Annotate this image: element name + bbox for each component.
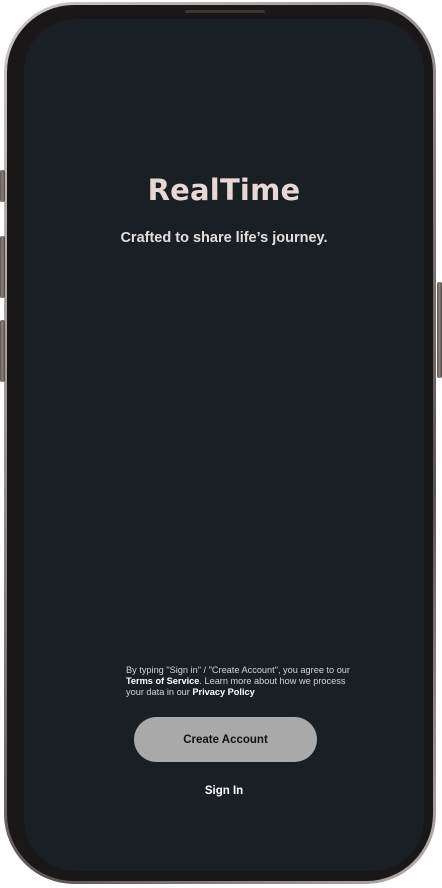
- app-tagline: Crafted to share life’s journey.: [120, 230, 328, 246]
- terms-of-service-link[interactable]: Terms of Service: [126, 676, 199, 686]
- phone-volume-up-button: [0, 236, 5, 298]
- phone-power-button: [437, 282, 442, 378]
- sign-in-link[interactable]: Sign In: [174, 785, 274, 797]
- phone-speaker-grille: [185, 10, 265, 13]
- legal-notice: By typing "Sign in" / "Create Account", …: [126, 665, 354, 698]
- app-screen: RealTime Crafted to share life’s journey…: [24, 19, 424, 871]
- phone-volume-down-button: [0, 320, 5, 382]
- create-account-button[interactable]: Create Account: [134, 717, 317, 762]
- legal-text-intro: By typing "Sign in" / "Create Account", …: [126, 665, 350, 675]
- phone-action-button: [0, 170, 5, 202]
- app-title: RealTime: [147, 173, 301, 207]
- privacy-policy-link[interactable]: Privacy Policy: [192, 687, 254, 697]
